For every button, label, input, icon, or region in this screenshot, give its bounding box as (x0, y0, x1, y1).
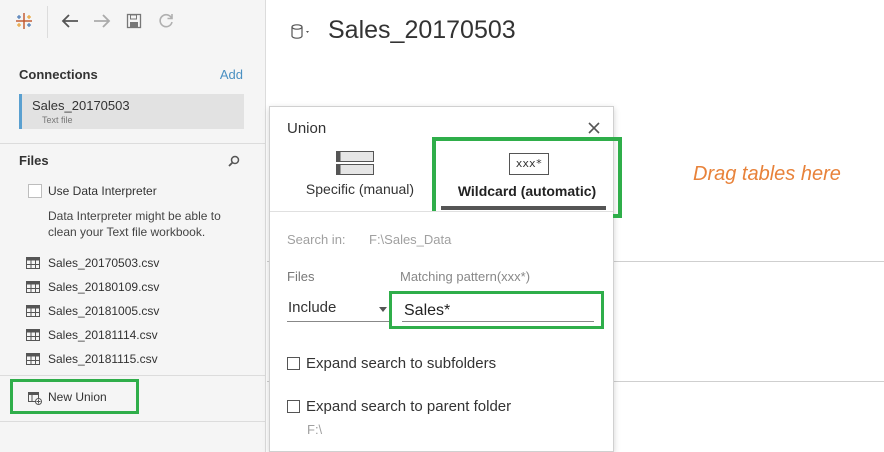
union-dialog: Union Specific (manual) xxx* Wildcard (a… (269, 106, 622, 452)
divider (0, 143, 266, 144)
include-value: Include (288, 299, 337, 316)
tab-wildcard-label: Wildcard (automatic) (457, 183, 597, 199)
new-union-label: New Union (48, 390, 107, 404)
close-icon[interactable] (586, 120, 602, 136)
data-source-title[interactable]: Sales_20170503 (328, 16, 516, 45)
file-name: Sales_20180109.csv (48, 280, 160, 294)
union-icon (28, 392, 42, 405)
file-name: Sales_20181005.csv (48, 304, 160, 318)
toolbar (0, 0, 266, 44)
tab-specific-manual[interactable]: Specific (manual) (286, 147, 434, 207)
files-title: Files (19, 153, 49, 168)
tableau-logo-icon[interactable] (13, 10, 35, 32)
expand-parent-label: Expand search to parent folder (306, 397, 512, 415)
expand-subfolders-checkbox[interactable] (287, 356, 300, 370)
expand-parent-checkbox[interactable] (287, 399, 300, 413)
include-exclude-select[interactable]: Include (287, 297, 390, 322)
save-icon[interactable] (123, 10, 145, 32)
expand-parent-option[interactable]: Expand search to parent folder (287, 396, 587, 416)
active-tab-indicator (441, 206, 606, 210)
select-underline (287, 321, 390, 322)
data-interpreter-description: Data Interpreter might be able to clean … (48, 209, 221, 239)
file-item[interactable]: Sales_20180109.csv (26, 278, 246, 296)
table-icon (26, 353, 40, 365)
chevron-down-icon (379, 307, 387, 312)
connection-name: Sales_20170503 (32, 98, 130, 113)
expand-subfolders-label: Expand search to subfolders (306, 354, 497, 372)
use-data-interpreter-label: Use Data Interpreter (48, 184, 157, 198)
connections-title: Connections (19, 67, 98, 82)
database-icon[interactable] (290, 23, 312, 41)
table-icon (26, 329, 40, 341)
matching-pattern-input[interactable] (402, 300, 594, 322)
divider (0, 421, 266, 422)
file-item[interactable]: Sales_20181005.csv (26, 302, 246, 320)
connection-type: Text file (42, 115, 73, 125)
dialog-title: Union (287, 120, 327, 137)
wildcard-icon: xxx* (509, 153, 549, 175)
new-union-button[interactable]: New Union (10, 379, 139, 414)
file-name: Sales_20170503.csv (48, 256, 160, 270)
search-icon[interactable] (227, 154, 241, 168)
use-data-interpreter-checkbox[interactable] (28, 184, 42, 198)
tableau-data-source-page: Connections Add Sales_20170503 Text file… (0, 0, 884, 452)
connections-header: Connections Add (19, 67, 243, 83)
forward-arrow-icon[interactable] (91, 10, 113, 32)
table-icon (26, 257, 40, 269)
divider (0, 375, 266, 376)
file-item[interactable]: Sales_20181114.csv (26, 326, 246, 344)
files-mode-label: Files (287, 269, 315, 284)
table-icon (26, 305, 40, 317)
tab-specific-label: Specific (manual) (305, 181, 415, 197)
matching-pattern-label: Matching pattern(xxx*) (400, 269, 531, 284)
left-sidebar: Connections Add Sales_20170503 Text file… (0, 0, 266, 452)
connection-item[interactable]: Sales_20170503 Text file (19, 94, 244, 129)
file-item[interactable]: Sales_20170503.csv (26, 254, 246, 272)
back-arrow-icon[interactable] (59, 10, 81, 32)
tab-wildcard-automatic[interactable]: xxx* Wildcard (automatic) (432, 137, 622, 218)
toolbar-divider (47, 6, 48, 38)
search-in-path: F:\Sales_Data (369, 232, 452, 247)
refresh-icon[interactable] (155, 10, 177, 32)
add-connection-link[interactable]: Add (220, 67, 243, 82)
search-in-label: Search in: (287, 232, 346, 247)
file-name: Sales_20181114.csv (48, 328, 158, 342)
drag-tables-hint: Drag tables here (693, 163, 841, 185)
parent-folder-path: F:\ (307, 422, 323, 437)
specific-union-icon (336, 151, 374, 175)
table-icon (26, 281, 40, 293)
file-name: Sales_20181115.csv (48, 352, 158, 366)
file-item[interactable]: Sales_20181115.csv (26, 350, 246, 368)
expand-subfolders-option[interactable]: Expand search to subfolders (287, 353, 587, 373)
pattern-highlight (389, 291, 604, 329)
